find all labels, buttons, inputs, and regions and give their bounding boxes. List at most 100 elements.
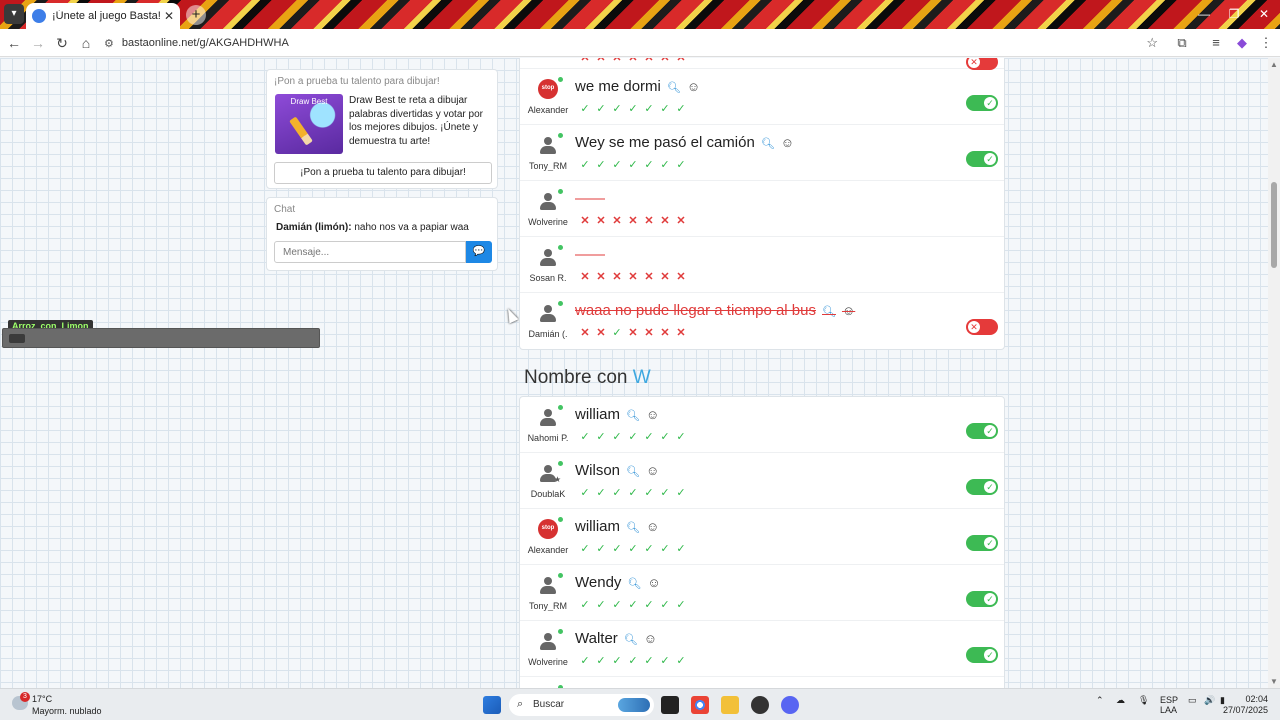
draw-best-button[interactable]: ¡Pon a prueba tu talento para dibujar! [274, 162, 492, 184]
accept-toggle[interactable]: ✓ [966, 95, 998, 111]
language-code: ESP [1160, 695, 1179, 705]
display-icon[interactable]: ▭ [1188, 695, 1197, 706]
extensions-icon[interactable]: ⧉ [1172, 33, 1192, 53]
site-info-icon[interactable]: ⚙ [104, 37, 114, 50]
clock[interactable]: 02:04 27/07/2025 [1223, 694, 1268, 716]
player-name: Wolverine [528, 217, 568, 227]
chat-input[interactable] [274, 241, 466, 263]
accept-toggle[interactable]: ✓ [966, 535, 998, 551]
vote-no-icon: ✕ [676, 58, 686, 64]
taskbar-search[interactable]: ⌕ Buscar [509, 694, 654, 716]
vote-yes-icon: ✓ [644, 543, 654, 555]
microphone-icon[interactable]: 🎙 [1138, 695, 1149, 706]
chat-author: Damián (limón): [276, 222, 352, 233]
user-avatar-icon [538, 303, 558, 323]
clock-date: 27/07/2025 [1222, 705, 1268, 715]
app-icon[interactable] [751, 696, 769, 714]
reaction-icon[interactable]: ☺ [842, 303, 855, 318]
page-scrollbar[interactable]: ▲ ▼ [1268, 58, 1280, 688]
player-name: Damián (. [528, 329, 568, 339]
vote-yes-icon: ✓ [596, 431, 606, 443]
search-icon[interactable]: 🔍︎ [624, 634, 638, 646]
user-avatar-icon [538, 247, 558, 267]
vote-list: ✕ ✕ ✕ ✕ ✕ ✕ ✕ [577, 270, 689, 283]
send-message-button[interactable]: 💬 [466, 241, 492, 263]
scroll-up-icon[interactable]: ▲ [1270, 60, 1278, 69]
vote-list: ✕ ✕ ✓ ✕ ✕ ✕ ✕ [577, 326, 689, 339]
vote-yes-icon: ✓ [596, 655, 606, 667]
accept-toggle[interactable]: ✓ [966, 591, 998, 607]
tray-chevron-icon[interactable]: ⌃ [1096, 695, 1104, 706]
search-icon[interactable]: 🔍︎ [761, 138, 775, 150]
accept-toggle[interactable]: ✓ [966, 479, 998, 495]
scrollbar-thumb[interactable] [1271, 182, 1277, 268]
search-icon[interactable]: 🔍︎ [667, 82, 681, 94]
search-icon[interactable]: 🔍︎ [626, 410, 640, 422]
reaction-icon[interactable]: ☺ [644, 631, 657, 646]
answer-row: ★DoublaK✕✕✕✕✕✕✕✕ [520, 58, 1004, 70]
new-tab-button[interactable]: + [186, 5, 206, 25]
player-name: Tony_RM [528, 601, 567, 611]
language-indicator[interactable]: ESP LAA [1160, 695, 1178, 715]
vote-yes-icon: ✓ [612, 159, 622, 171]
address-bar[interactable]: ⚙ bastaonline.net/g/AKGAHDHWHA ☆ [104, 32, 1164, 54]
reaction-icon[interactable]: ☺ [781, 135, 794, 150]
vote-yes-icon: ✓ [660, 431, 670, 443]
search-icon[interactable]: 🔍︎ [822, 306, 836, 318]
reaction-icon[interactable]: ☺ [647, 575, 660, 590]
tab-search-icon[interactable]: ▾ [4, 4, 24, 24]
answer-text: —— [575, 190, 605, 207]
accept-toggle[interactable]: ✓ [966, 423, 998, 439]
home-icon[interactable]: ⌂ [76, 33, 96, 53]
draw-best-image[interactable]: Draw Best [275, 94, 343, 154]
chrome-icon[interactable] [691, 696, 709, 714]
vote-list: ✓ ✓ ✓ ✓ ✓ ✓ ✓ [577, 486, 689, 499]
reaction-icon[interactable]: ☺ [646, 519, 659, 534]
check-icon: ✓ [984, 593, 996, 605]
clock-time: 02:04 [1245, 694, 1268, 704]
discord-icon[interactable] [781, 696, 799, 714]
search-icon[interactable]: 🔍︎ [626, 466, 640, 478]
vote-no-icon: ✕ [628, 327, 638, 339]
answer-word: —— [575, 190, 605, 207]
volume-icon[interactable]: 🔊 [1204, 695, 1215, 706]
chat-title: Chat [274, 204, 296, 215]
player-name: Wolverine [528, 657, 568, 667]
answer-text: Wendy [575, 574, 622, 591]
task-view-icon[interactable] [661, 696, 679, 714]
user-avatar-icon [538, 191, 558, 211]
menu-icon[interactable]: ⋮ [1256, 33, 1276, 53]
forward-icon[interactable]: → [28, 33, 48, 53]
site-favicon-icon [32, 9, 46, 23]
media-icon[interactable]: ≡ [1206, 33, 1226, 53]
scroll-down-icon[interactable]: ▼ [1270, 677, 1278, 686]
back-icon[interactable]: ← [4, 33, 24, 53]
answer-word: Wilson 🔍︎ ☺ [575, 462, 659, 479]
browser-tab-active[interactable]: ¡Únete al juego Basta! ✕ [26, 3, 180, 29]
reaction-icon[interactable]: ☺ [646, 463, 659, 478]
search-icon[interactable]: 🔍︎ [627, 578, 641, 590]
vote-yes-icon: ✓ [628, 599, 638, 611]
reaction-icon[interactable]: ☺ [646, 407, 659, 422]
accept-toggle[interactable]: ✓ [966, 647, 998, 663]
answer-text: william [575, 518, 620, 535]
user-avatar-icon [538, 575, 558, 595]
reaction-icon[interactable]: ☺ [687, 79, 700, 94]
answer-row: Wolverine —— ✕ ✕ ✕ ✕ ✕ ✕ ✕ [520, 181, 1004, 237]
minimize-icon[interactable]: — [1188, 0, 1220, 29]
bookmark-star-icon[interactable]: ☆ [1146, 35, 1158, 51]
windows-start-icon[interactable] [483, 696, 501, 714]
file-explorer-icon[interactable] [721, 696, 739, 714]
accept-toggle[interactable]: ✓ [966, 151, 998, 167]
accept-toggle[interactable]: ✕ [966, 319, 998, 335]
reload-icon[interactable]: ↻ [52, 33, 72, 53]
profile-icon[interactable]: ◆ [1232, 33, 1252, 53]
vote-yes-icon: ✓ [580, 159, 590, 171]
network-icon[interactable]: ☁ [1116, 695, 1125, 706]
vote-yes-icon: ✓ [580, 103, 590, 115]
close-window-icon[interactable]: ✕ [1248, 0, 1280, 29]
search-icon: ⌕ [517, 698, 524, 710]
close-tab-icon[interactable]: ✕ [164, 9, 174, 23]
search-icon[interactable]: 🔍︎ [626, 522, 640, 534]
maximize-icon[interactable]: ❐ [1218, 0, 1250, 29]
